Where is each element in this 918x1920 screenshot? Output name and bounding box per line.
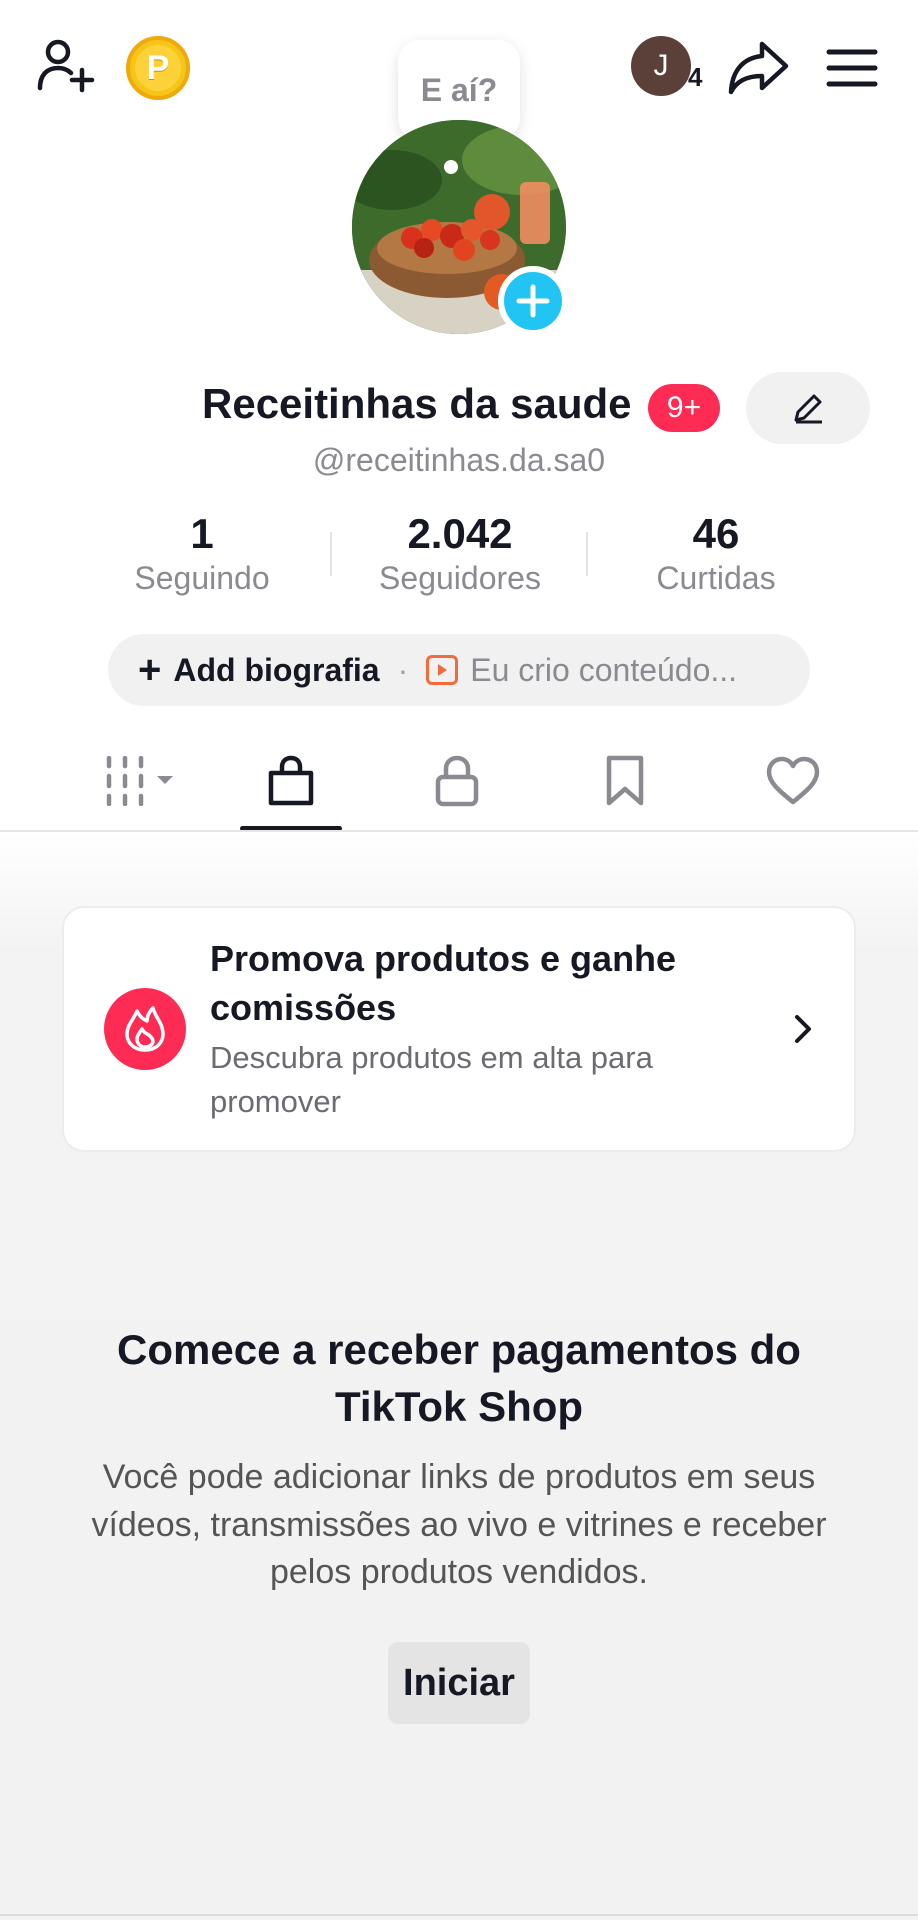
share-icon[interactable]: [724, 32, 794, 102]
stat-divider: [330, 532, 332, 576]
grid-icon: [106, 756, 173, 806]
stat-following[interactable]: 1 Seguindo: [82, 510, 322, 597]
following-count: 1: [190, 510, 214, 557]
bubble-tail: [444, 160, 458, 174]
add-bio-button[interactable]: + Add biografia · Eu crio conteúdo...: [108, 634, 810, 706]
play-triangle: [438, 664, 448, 676]
chevron-right-icon: [774, 1013, 814, 1045]
stat-followers[interactable]: 2.042 Seguidores: [340, 510, 580, 597]
stat-divider: [586, 532, 588, 576]
shopping-bag-icon: [268, 755, 314, 806]
promo-subtitle: Descubra produtos em alta para promover: [210, 1040, 653, 1119]
display-name: Receitinhas da saude: [202, 380, 632, 427]
creator-label: Eu crio conteúdo...: [470, 651, 738, 688]
tab-videos[interactable]: [86, 740, 196, 822]
promo-card[interactable]: Promova produtos e ganhe comissões Descu…: [62, 906, 856, 1152]
flame-icon: [104, 988, 186, 1070]
notification-badge[interactable]: 9+: [648, 384, 720, 432]
tab-private[interactable]: [402, 740, 512, 822]
tab-saved[interactable]: [570, 740, 680, 822]
likes-count: 46: [692, 510, 740, 557]
following-label: Seguindo: [134, 560, 270, 596]
shop-description: Você pode adicionar links de produtos em…: [91, 1458, 827, 1592]
tab-liked[interactable]: [738, 740, 848, 822]
lock-icon: [435, 755, 479, 807]
pencil-icon: [794, 394, 822, 424]
bio-separator: ·: [397, 651, 409, 688]
avatar-letter: J: [653, 49, 669, 82]
account-count: 4: [688, 62, 703, 92]
edit-profile-button[interactable]: [746, 372, 870, 444]
followers-count: 2.042: [407, 510, 513, 557]
add-friend-icon[interactable]: [32, 32, 100, 100]
likes-label: Curtidas: [656, 560, 776, 596]
tab-shop[interactable]: [236, 740, 346, 822]
bookmark-icon: [606, 755, 644, 806]
bubble-text: E aí?: [420, 71, 498, 108]
flame-glyph: [125, 1006, 165, 1052]
promo-title: Promova produtos e ganhe comissões: [210, 938, 677, 1028]
stat-likes[interactable]: 46 Curtidas: [596, 510, 836, 597]
shop-title: Comece a receber pagamentos do TikTok Sh…: [117, 1326, 801, 1430]
followers-label: Seguidores: [379, 560, 541, 596]
menu-icon[interactable]: [820, 36, 884, 100]
bottom-divider: [0, 1914, 918, 1916]
coin-icon[interactable]: P: [126, 36, 190, 100]
play-icon: [426, 655, 459, 685]
username: @receitinhas.da.sa0: [312, 442, 606, 478]
add-photo-button[interactable]: [498, 266, 568, 336]
heart-icon: [766, 756, 820, 805]
plus-icon: +: [138, 648, 162, 692]
add-bio-label: Add biografia: [173, 651, 380, 688]
start-button[interactable]: Iniciar: [388, 1642, 530, 1724]
account-avatar[interactable]: J: [631, 36, 691, 96]
coin-letter: P: [135, 45, 181, 91]
plus-icon: [516, 284, 550, 318]
